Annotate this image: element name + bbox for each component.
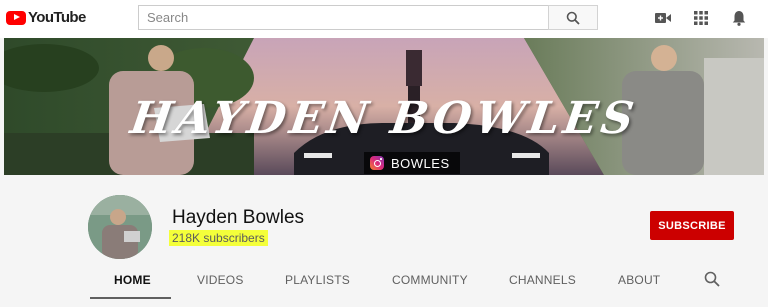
tab-videos[interactable]: VIDEOS <box>197 273 244 287</box>
channel-avatar[interactable] <box>88 195 152 259</box>
search-box <box>138 5 598 30</box>
banner-handle-text: BOWLES <box>391 155 450 171</box>
search-input[interactable] <box>138 5 548 30</box>
avatar-image <box>88 195 152 259</box>
search-icon <box>566 11 580 25</box>
apps-grid-icon[interactable] <box>692 9 710 27</box>
notifications-bell-icon[interactable] <box>730 9 748 27</box>
tab-home[interactable]: HOME <box>114 273 151 287</box>
subscriber-count: 218K subscribers <box>169 230 268 246</box>
banner-instagram-handle: BOWLES <box>364 152 460 174</box>
youtube-play-icon <box>6 10 26 25</box>
youtube-logo[interactable]: YouTube <box>6 9 86 26</box>
channel-tabs: HOME VIDEOS PLAYLISTS COMMUNITY CHANNELS… <box>0 265 768 299</box>
active-tab-indicator <box>90 297 171 299</box>
instagram-icon <box>370 156 384 170</box>
tab-playlists[interactable]: PLAYLISTS <box>285 273 350 287</box>
tab-community[interactable]: COMMUNITY <box>392 273 468 287</box>
subscribe-button[interactable]: SUBSCRIBE <box>650 211 734 240</box>
search-button[interactable] <box>548 5 598 30</box>
tab-about[interactable]: ABOUT <box>618 273 660 287</box>
banner-title: HAYDEN BOWLES <box>127 93 641 144</box>
channel-name: Hayden Bowles <box>172 207 305 228</box>
youtube-logo-text: YouTube <box>28 9 86 26</box>
create-video-icon[interactable] <box>654 9 672 27</box>
channel-search-icon[interactable] <box>704 271 722 289</box>
tab-channels[interactable]: CHANNELS <box>509 273 576 287</box>
masthead: YouTube <box>0 0 768 38</box>
